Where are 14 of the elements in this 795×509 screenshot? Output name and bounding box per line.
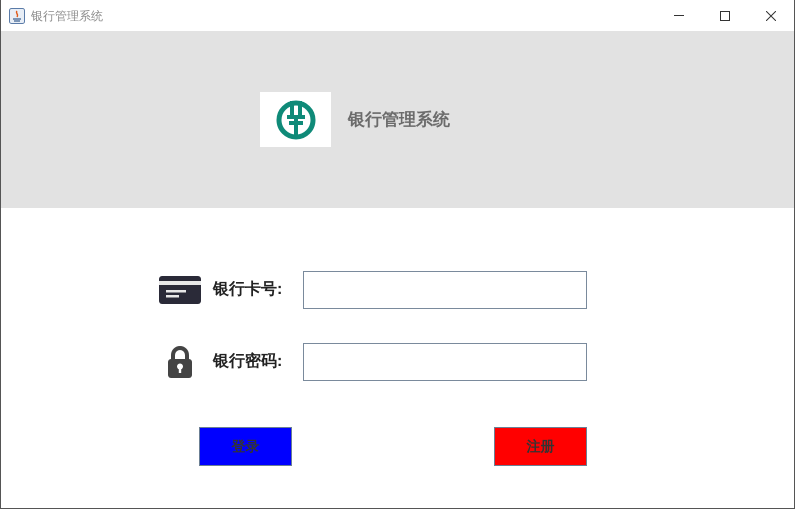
field-label: 银行卡号: (213, 280, 284, 300)
app-icon (9, 8, 25, 24)
close-icon (766, 10, 776, 20)
bank-logo (260, 92, 331, 147)
input-field[interactable] (303, 343, 587, 381)
field-label: 银行密码: (213, 351, 284, 372)
action-button[interactable]: 注册 (494, 427, 587, 466)
card-icon (158, 275, 202, 305)
lock-icon (167, 345, 193, 379)
window-title: 银行管理系统 (31, 8, 103, 24)
maximize-icon (720, 10, 730, 20)
input-field[interactable] (303, 271, 587, 309)
minimize-icon (674, 15, 684, 16)
app-title: 银行管理系统 (348, 108, 450, 131)
